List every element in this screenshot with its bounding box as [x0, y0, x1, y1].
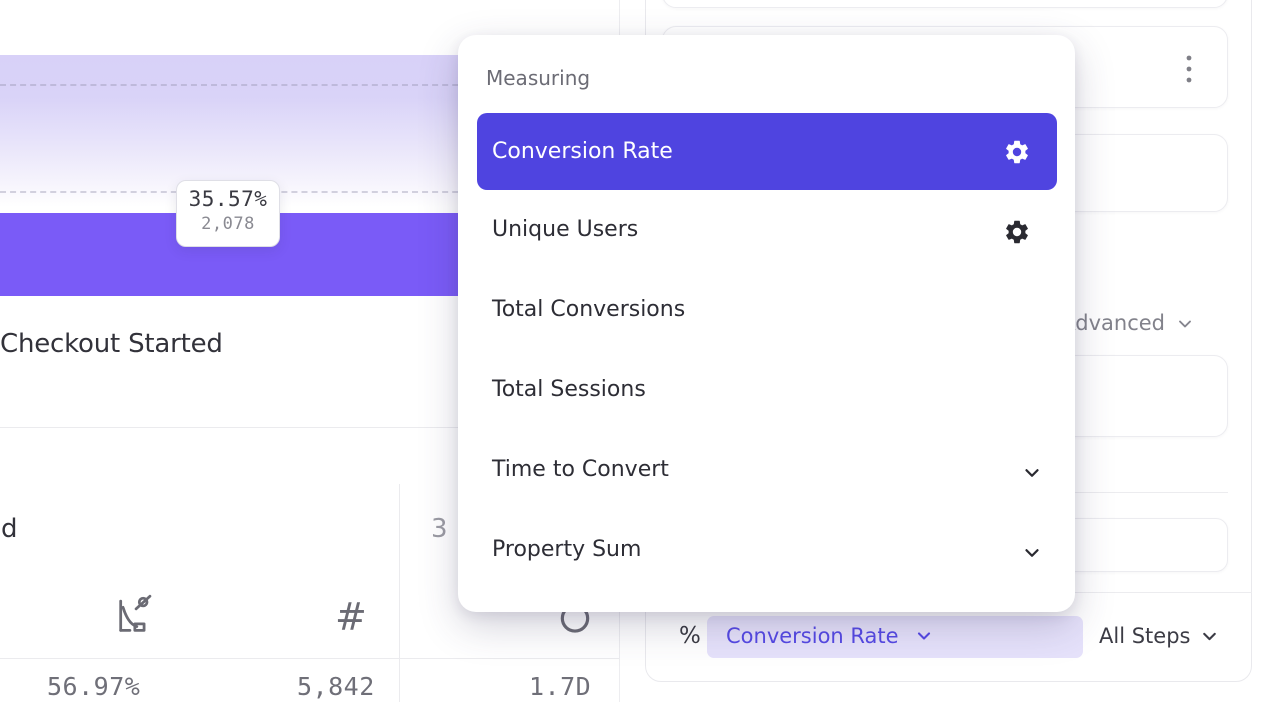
- step-header-fragment: 3: [431, 514, 448, 544]
- funnel-step-label: Checkout Started: [0, 329, 223, 359]
- measuring-dropdown-chip[interactable]: Conversion Rate: [707, 616, 1083, 658]
- kebab-menu-icon[interactable]: [1178, 52, 1200, 90]
- metric-value-time: 1.7D: [529, 672, 591, 701]
- count-icon: #: [335, 595, 367, 639]
- measuring-chip-label: Conversion Rate: [726, 624, 899, 648]
- conversion-rate-icon: [113, 593, 153, 641]
- metric-type-symbol: %: [679, 623, 701, 649]
- chevron-down-icon[interactable]: [1199, 626, 1220, 651]
- funnel-tooltip: 35.57% 2,078: [176, 180, 280, 247]
- tooltip-count: 2,078: [177, 214, 279, 234]
- menu-item-total-sessions[interactable]: Total Sessions: [492, 377, 1052, 407]
- step-header-fragment: d: [1, 514, 18, 544]
- gear-icon[interactable]: [1003, 138, 1031, 170]
- gear-icon[interactable]: [1003, 218, 1031, 250]
- menu-item-unique-users[interactable]: Unique Users: [492, 217, 1052, 247]
- menu-item-label: Conversion Rate: [492, 139, 673, 164]
- chevron-down-icon[interactable]: [1175, 314, 1195, 338]
- chevron-down-icon: [914, 626, 934, 650]
- menu-item-total-conversions[interactable]: Total Conversions: [492, 297, 1052, 327]
- divider: [0, 658, 619, 659]
- query-step-card: [662, 0, 1228, 8]
- measuring-menu: Measuring Conversion Rate Unique Users T…: [458, 35, 1075, 612]
- chevron-down-icon[interactable]: [1021, 462, 1043, 488]
- menu-item-time-to-convert[interactable]: Time to Convert: [492, 457, 1052, 487]
- chevron-down-icon[interactable]: [1021, 542, 1043, 568]
- metric-value-conversion-rate: 56.97%: [47, 672, 140, 701]
- menu-item-conversion-rate[interactable]: Conversion Rate: [477, 113, 1057, 190]
- all-steps-dropdown[interactable]: All Steps: [1099, 624, 1190, 648]
- metric-value-count: 5,842: [297, 672, 375, 701]
- menu-item-property-sum[interactable]: Property Sum: [492, 537, 1052, 567]
- tooltip-conversion-rate: 35.57%: [177, 187, 279, 211]
- menu-title: Measuring: [486, 66, 590, 90]
- funnel-report-screen: 35.57% 2,078 Checkout Started d 3 #: [0, 0, 1270, 702]
- table-column-divider: [399, 484, 400, 702]
